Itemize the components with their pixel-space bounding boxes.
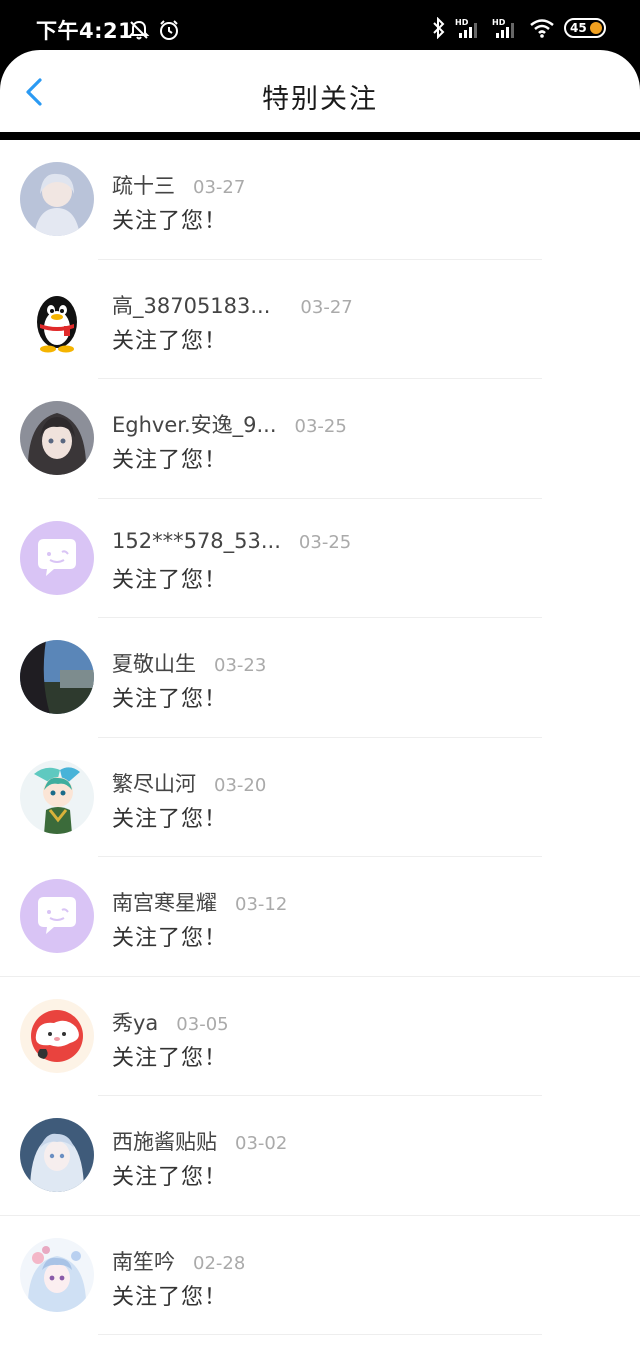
svg-text:HD: HD xyxy=(455,18,469,27)
status-time: 下午4:21 xyxy=(36,19,134,43)
avatar[interactable] xyxy=(20,162,94,236)
username: 秀ya xyxy=(112,1010,159,1035)
divider xyxy=(98,1334,542,1335)
username: 152***578_53... xyxy=(112,528,281,553)
qq-penguin-icon xyxy=(20,281,94,356)
signal-hd-icon: HD xyxy=(455,18,477,38)
avatar[interactable] xyxy=(20,1237,94,1312)
username: 夏敬山生 xyxy=(112,652,196,676)
username: 西施酱贴贴 xyxy=(112,1130,217,1154)
list-item[interactable]: 夏敬山生 03-23 关注了您！ xyxy=(0,618,640,738)
message: 关注了您！ xyxy=(112,806,228,832)
svg-text:HD: HD xyxy=(492,18,506,27)
special-follow-list: 疏十三 03-27 关注了您！ 高_38705183... 03-27 关注了您… xyxy=(0,140,640,1351)
message: 关注了您！ xyxy=(112,209,228,234)
page-title: 特别关注 xyxy=(262,84,378,115)
message: 关注了您！ xyxy=(112,328,228,354)
username: 高_38705183... xyxy=(112,293,271,318)
list-item[interactable]: 秀ya 03-05 关注了您！ xyxy=(0,977,640,1096)
list-item[interactable]: 152***578_53... 03-25 关注了您！ xyxy=(0,499,640,618)
avatar[interactable] xyxy=(20,1118,94,1192)
avatar[interactable] xyxy=(20,879,94,953)
username: Eghver.安逸_9... xyxy=(112,413,277,437)
username: 南宫寒星耀 xyxy=(112,891,217,915)
message: 关注了您！ xyxy=(112,448,228,473)
avatar[interactable] xyxy=(20,401,94,475)
list-item[interactable]: Eghver.安逸_9... 03-25 关注了您！ xyxy=(0,379,640,499)
message: 关注了您！ xyxy=(112,1045,228,1071)
list-item[interactable]: 南笙吟 02-28 关注了您！ xyxy=(0,1216,640,1335)
list-item[interactable]: 西施酱贴贴 03-02 关注了您！ xyxy=(0,1096,640,1216)
avatar[interactable] xyxy=(20,640,94,714)
notifications-muted-icon xyxy=(128,20,150,40)
signal-hd-icon-2: HD xyxy=(492,18,514,38)
battery-indicator: 45 xyxy=(564,18,606,38)
wifi-icon xyxy=(530,19,554,38)
avatar[interactable] xyxy=(20,759,94,834)
username: 疏十三 xyxy=(112,174,175,198)
avatar[interactable] xyxy=(20,520,94,595)
username: 南笙吟 xyxy=(112,1249,175,1274)
date: 03-20 xyxy=(214,774,267,796)
date: 03-25 xyxy=(298,531,352,553)
message: 关注了您！ xyxy=(112,1284,228,1310)
default-avatar-chat-icon xyxy=(20,520,94,595)
header: 特别关注 xyxy=(0,50,640,132)
list-item[interactable]: 高_38705183... 03-27 关注了您！ xyxy=(0,260,640,379)
date: 03-05 xyxy=(176,1013,229,1035)
date: 03-27 xyxy=(300,296,353,318)
message: 关注了您！ xyxy=(112,1165,228,1190)
bluetooth-icon xyxy=(433,17,445,39)
message: 关注了您！ xyxy=(112,567,228,593)
date: 02-28 xyxy=(193,1252,246,1274)
alarm-icon xyxy=(160,20,178,40)
avatar[interactable] xyxy=(20,998,94,1073)
username: 繁尽山河 xyxy=(112,771,196,796)
message: 关注了您！ xyxy=(112,926,228,951)
list-item[interactable]: 繁尽山河 03-20 关注了您！ xyxy=(0,738,640,857)
date: 03-23 xyxy=(214,655,267,676)
list-item[interactable]: 疏十三 03-27 关注了您！ xyxy=(0,140,640,260)
date: 03-27 xyxy=(193,177,246,198)
message: 关注了您！ xyxy=(112,687,228,712)
default-avatar-chat-icon xyxy=(20,879,94,953)
date: 03-02 xyxy=(235,1133,288,1154)
avatar[interactable] xyxy=(20,281,94,356)
date: 03-25 xyxy=(294,416,347,437)
list-item[interactable]: 南宫寒星耀 03-12 关注了您！ xyxy=(0,857,640,977)
date: 03-12 xyxy=(235,894,288,915)
